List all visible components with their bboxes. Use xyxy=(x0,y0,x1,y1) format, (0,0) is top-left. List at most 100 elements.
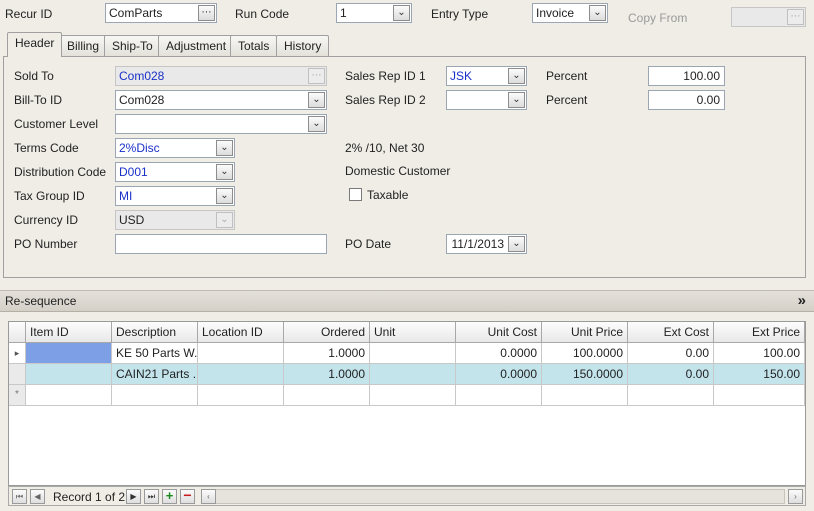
tab-ship-to[interactable]: Ship-To xyxy=(104,35,161,56)
delete-record-icon[interactable]: − xyxy=(180,488,195,504)
po-date-label: PO Date xyxy=(345,237,392,251)
column-header-location-id[interactable]: Location ID xyxy=(198,322,284,343)
next-record-icon[interactable]: ▶ xyxy=(126,489,141,504)
table-row-cell-description[interactable] xyxy=(112,385,198,406)
table-row-cell-ext-cost[interactable]: 0.00 xyxy=(628,343,714,364)
table-row-cell-ordered[interactable]: 1.0000 xyxy=(284,343,370,364)
tab-totals[interactable]: Totals xyxy=(230,35,278,56)
table-row-cell-unit-cost[interactable] xyxy=(456,385,542,406)
customer-level-select[interactable]: ⌄ xyxy=(115,114,327,134)
scroll-left-icon[interactable]: ‹ xyxy=(201,489,216,504)
resequence-label: Re-sequence xyxy=(5,294,77,308)
table-row-cell-unit-price[interactable]: 150.0000 xyxy=(542,364,628,385)
table-row-cell-location-id[interactable] xyxy=(198,385,284,406)
table-row-cell-description[interactable]: CAIN21 Parts ... xyxy=(112,364,198,385)
run-code-select[interactable]: 1 ⌄ xyxy=(336,3,412,23)
add-record-icon[interactable]: + xyxy=(162,489,177,504)
chevron-down-icon[interactable]: ⌄ xyxy=(308,92,325,108)
column-header-unit-cost[interactable]: Unit Cost xyxy=(456,322,542,343)
column-header-unit-price[interactable]: Unit Price xyxy=(542,322,628,343)
table-row-cell-item-id[interactable] xyxy=(26,343,112,364)
table-row-cell-item-id[interactable] xyxy=(26,385,112,406)
tab-header-label: Header xyxy=(15,36,55,50)
chevron-down-icon[interactable]: ⌄ xyxy=(508,236,525,252)
po-number-label: PO Number xyxy=(14,237,78,251)
sales-rep1-select[interactable]: JSK ⌄ xyxy=(446,66,527,86)
tab-history[interactable]: History xyxy=(276,35,330,56)
po-date-picker[interactable]: 11/1/2013 ⌄ xyxy=(446,234,527,254)
table-row-cell-unit-price[interactable] xyxy=(542,385,628,406)
chevron-down-icon[interactable]: ⌄ xyxy=(508,92,525,108)
sold-to-field: Com028 ⋯ xyxy=(115,66,327,86)
table-row-cell-item-id[interactable] xyxy=(26,364,112,385)
chevron-down-icon[interactable]: ⌄ xyxy=(393,5,410,21)
chevron-down-icon[interactable]: ⌄ xyxy=(508,68,525,84)
table-row-cell-ordered[interactable] xyxy=(284,385,370,406)
chevron-down-icon[interactable]: ⌄ xyxy=(216,164,233,180)
column-header-description[interactable]: Description xyxy=(112,322,198,343)
currency-value: USD xyxy=(119,213,145,227)
chevron-down-icon[interactable]: ⌄ xyxy=(308,116,325,132)
terms-code-select[interactable]: 2%Disc ⌄ xyxy=(115,138,235,158)
sales-rep2-select[interactable]: ⌄ xyxy=(446,90,527,110)
percent1-input[interactable]: 100.00 xyxy=(648,66,725,86)
terms-description: 2% /10, Net 30 xyxy=(345,141,425,155)
recur-id-field[interactable]: ComParts ⋯ xyxy=(105,3,217,23)
table-row-cell-ordered[interactable]: 1.0000 xyxy=(284,364,370,385)
scroll-right-icon[interactable]: › xyxy=(788,489,803,504)
table-row-cell-unit[interactable] xyxy=(370,364,456,385)
last-record-icon[interactable]: ⏭ xyxy=(144,489,159,504)
table-row-cell-ext-price[interactable] xyxy=(714,385,805,406)
table-row-cell-unit[interactable] xyxy=(370,343,456,364)
table-row-cell-location-id[interactable] xyxy=(198,364,284,385)
distribution-code-select[interactable]: D001 ⌄ xyxy=(115,162,235,182)
column-header-item-id[interactable]: Item ID xyxy=(26,322,112,343)
table-row-cell-unit[interactable] xyxy=(370,385,456,406)
lookup-ellipsis-icon: ⋯ xyxy=(787,9,804,25)
customer-level-label: Customer Level xyxy=(14,117,99,131)
row-selector[interactable] xyxy=(9,364,26,385)
chevron-down-icon[interactable]: ⌄ xyxy=(589,5,606,21)
sales-rep1-value: JSK xyxy=(450,69,473,83)
lookup-ellipsis-icon[interactable]: ⋯ xyxy=(198,5,215,21)
column-header-ordered[interactable]: Ordered xyxy=(284,322,370,343)
horizontal-scrollbar[interactable]: ‹ xyxy=(201,489,785,504)
terms-code-label: Terms Code xyxy=(14,141,79,155)
table-row-cell-description[interactable]: KE 50 Parts W... xyxy=(112,343,198,364)
table-row-cell-unit-cost[interactable]: 0.0000 xyxy=(456,364,542,385)
po-number-input[interactable] xyxy=(115,234,327,254)
entry-type-select[interactable]: Invoice ⌄ xyxy=(532,3,608,23)
run-code-value: 1 xyxy=(340,6,347,20)
distribution-code-value: D001 xyxy=(119,165,148,179)
table-row-cell-ext-cost[interactable] xyxy=(628,385,714,406)
table-row-cell-location-id[interactable] xyxy=(198,343,284,364)
copy-from-field: ⋯ xyxy=(731,7,806,27)
table-row-cell-unit-cost[interactable]: 0.0000 xyxy=(456,343,542,364)
taxable-checkbox[interactable] xyxy=(349,188,362,201)
column-header-ext-cost[interactable]: Ext Cost xyxy=(628,322,714,343)
tax-group-select[interactable]: MI ⌄ xyxy=(115,186,235,206)
currency-label: Currency ID xyxy=(14,213,79,227)
previous-record-icon[interactable]: ◀ xyxy=(30,489,45,504)
table-row-cell-ext-price[interactable]: 150.00 xyxy=(714,364,805,385)
current-row-arrow-icon[interactable]: ▸ xyxy=(9,343,26,364)
tab-adjustment-label: Adjustment xyxy=(166,39,227,53)
table-row-cell-ext-cost[interactable]: 0.00 xyxy=(628,364,714,385)
column-header-unit[interactable]: Unit xyxy=(370,322,456,343)
table-row-cell-unit-price[interactable]: 100.0000 xyxy=(542,343,628,364)
table-row-cell-ext-price[interactable]: 100.00 xyxy=(714,343,805,364)
new-row-asterisk-icon[interactable]: * xyxy=(9,385,26,406)
percent2-label: Percent xyxy=(546,93,588,107)
bill-to-select[interactable]: Com028 ⌄ xyxy=(115,90,327,110)
recur-id-value: ComParts xyxy=(109,6,163,20)
chevron-down-icon[interactable]: ⌄ xyxy=(216,188,233,204)
tab-header[interactable]: Header xyxy=(7,32,63,57)
chevron-down-icon[interactable]: ⌄ xyxy=(216,140,233,156)
collapse-chevrons-icon[interactable]: » xyxy=(798,292,806,309)
copy-from-label: Copy From xyxy=(628,11,688,25)
tab-billing[interactable]: Billing xyxy=(59,35,108,56)
first-record-icon[interactable]: ⏮ xyxy=(12,489,27,504)
column-header-ext-price[interactable]: Ext Price xyxy=(714,322,805,343)
tab-adjustment[interactable]: Adjustment xyxy=(158,35,235,56)
percent2-input[interactable]: 0.00 xyxy=(648,90,725,110)
